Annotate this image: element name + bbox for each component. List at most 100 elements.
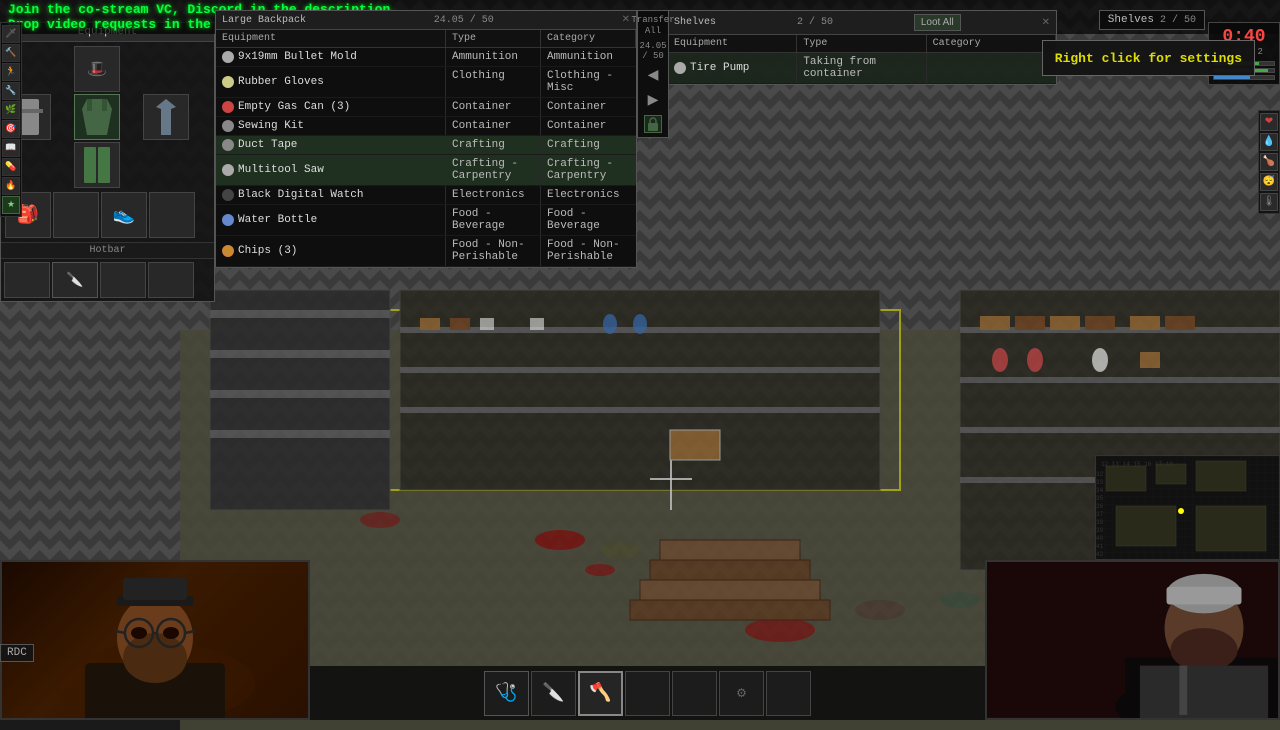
bottom-slot-6[interactable]: ⚙ — [719, 671, 764, 716]
head-slot[interactable]: 🎩 — [74, 46, 120, 92]
transfer-left-button[interactable]: ◀ — [646, 65, 661, 86]
inv-item-cat-2: Container — [541, 98, 636, 116]
legs-slot[interactable] — [74, 142, 120, 188]
lock-icon[interactable] — [644, 115, 662, 133]
container-col-equipment: Equipment — [668, 35, 797, 52]
container-item-type-0: Taking from container — [797, 53, 926, 83]
svg-text:36: 36 — [1096, 503, 1104, 510]
bottom-slot-4[interactable] — [625, 671, 670, 716]
container-item-name-0: Tire Pump — [668, 53, 797, 83]
person-left-svg — [55, 563, 255, 718]
extra-slot-4[interactable] — [149, 192, 195, 238]
bottom-slot-3-active[interactable]: 🪓 — [578, 671, 623, 716]
extra-slots: 🎒 👟 — [1, 192, 214, 242]
inv-row-1[interactable]: Rubber Gloves Clothing Clothing - Misc — [216, 67, 636, 98]
skill-panel: 🗡 🔨 🏃 🔧 🌿 🎯 📖 💊 🔥 ★ — [0, 22, 22, 217]
loot-all-button[interactable]: Loot All — [914, 14, 961, 31]
inv-item-type-2: Container — [446, 98, 541, 116]
item-icon-0 — [222, 51, 234, 63]
svg-text:12 13 14 15 16 17 18: 12 13 14 15 16 17 18 — [1101, 461, 1173, 468]
inventory-panel: Large Backpack 24.05 / 50 ✕ Equipment Ty… — [215, 10, 637, 268]
status-icon-3: 🍗 — [1260, 153, 1278, 171]
container-col-category: Category — [927, 35, 1056, 52]
skill-icon-5[interactable]: 🌿 — [2, 101, 20, 119]
inv-item-type-8: Food - Non-Perishable — [446, 236, 541, 266]
inv-item-name-4: Duct Tape — [216, 136, 446, 154]
inv-item-cat-8: Food - Non-Perishable — [541, 236, 636, 266]
rhand-slot[interactable] — [143, 94, 189, 140]
bottom-slot-2[interactable]: 🔪 — [531, 671, 576, 716]
container-close[interactable]: ✕ — [1042, 17, 1050, 29]
hotbar-slot-1[interactable] — [4, 262, 50, 298]
svg-text:35: 35 — [1096, 495, 1104, 502]
container-columns: Equipment Type Category — [668, 35, 1056, 53]
rdc-label: RDC — [7, 647, 27, 659]
inv-row-3[interactable]: Sewing Kit Container Container — [216, 117, 636, 136]
hotbar-slot-3[interactable] — [100, 262, 146, 298]
svg-text:32: 32 — [1096, 471, 1104, 478]
status-icons-panel: ❤ 💧 🍗 😴 🌡 — [1258, 110, 1280, 214]
bottom-slot-5[interactable] — [672, 671, 717, 716]
inv-item-name-5: Multitool Saw — [216, 155, 446, 185]
minimap-svg: 12 13 14 15 16 17 18 32 33 34 35 36 37 3… — [1096, 456, 1280, 560]
inv-row-2[interactable]: Empty Gas Can (3) Container Container — [216, 98, 636, 117]
item-icon-6 — [222, 189, 234, 201]
body-slot[interactable] — [74, 94, 120, 140]
inv-item-type-7: Food - Beverage — [446, 205, 541, 235]
inventory-columns: Equipment Type Category — [216, 30, 636, 48]
container-col-type: Type — [797, 35, 926, 52]
skill-icon-4[interactable]: 🔧 — [2, 82, 20, 100]
inv-row-0[interactable]: 9x19mm Bullet Mold Ammunition Ammunition — [216, 48, 636, 67]
skill-icon-3[interactable]: 🏃 — [2, 63, 20, 81]
inv-row-8[interactable]: Chips (3) Food - Non-Perishable Food - N… — [216, 236, 636, 267]
bottom-slot-1[interactable]: 🩺 — [484, 671, 529, 716]
svg-text:39: 39 — [1096, 527, 1104, 534]
container-row-0[interactable]: Tire Pump Taking from container — [668, 53, 1056, 84]
container-weight: 2 / 50 — [797, 17, 833, 28]
shelves-label: Shelves — [1108, 14, 1154, 26]
inv-item-cat-4: Crafting — [541, 136, 636, 154]
status-icon-5: 🌡 — [1260, 193, 1278, 211]
item-icon-3 — [222, 120, 234, 132]
inv-item-type-4: Crafting — [446, 136, 541, 154]
inv-item-name-7: Water Bottle — [216, 205, 446, 235]
status-icon-1: ❤ — [1260, 113, 1278, 131]
col-type: Type — [446, 30, 541, 47]
webcam-right-bg — [987, 562, 1278, 718]
bottom-slot-7[interactable] — [766, 671, 811, 716]
skill-icon-6[interactable]: 🎯 — [2, 120, 20, 138]
inv-row-4[interactable]: Duct Tape Crafting Crafting — [216, 136, 636, 155]
inv-item-cat-6: Electronics — [541, 186, 636, 204]
inv-row-7[interactable]: Water Bottle Food - Beverage Food - Beve… — [216, 205, 636, 236]
hotbar-slot-4[interactable] — [148, 262, 194, 298]
inv-row-6[interactable]: Black Digital Watch Electronics Electron… — [216, 186, 636, 205]
container-header: Shelves 2 / 50 Loot All ✕ — [668, 11, 1056, 35]
hotbar-slot-2[interactable]: 🔪 — [52, 262, 98, 298]
skill-icon-active[interactable]: ★ — [2, 196, 20, 214]
skill-icon-8[interactable]: 💊 — [2, 158, 20, 176]
empty-slot-br — [143, 142, 189, 188]
svg-text:42: 42 — [1096, 551, 1104, 558]
extra-slot-3[interactable]: 👟 — [101, 192, 147, 238]
item-icon-7 — [222, 214, 234, 226]
svg-text:37: 37 — [1096, 511, 1104, 518]
inv-item-cat-5: Crafting - Carpentry — [541, 155, 636, 185]
skill-icon-2[interactable]: 🔨 — [2, 44, 20, 62]
transfer-right-button[interactable]: ▶ — [646, 90, 661, 111]
inv-row-5[interactable]: Multitool Saw Crafting - Carpentry Craft… — [216, 155, 636, 186]
extra-slot-2[interactable] — [53, 192, 99, 238]
inv-item-name-0: 9x19mm Bullet Mold — [216, 48, 446, 66]
container-icon-0 — [674, 62, 686, 74]
col-category: Category — [541, 30, 636, 47]
health-fill-3 — [1214, 76, 1250, 79]
inv-item-name-6: Black Digital Watch — [216, 186, 446, 204]
character-display: 🎩 — [1, 42, 214, 192]
skill-icon-1[interactable]: 🗡 — [2, 25, 20, 43]
inventory-close[interactable]: ✕ — [622, 14, 630, 26]
webcam-right — [985, 560, 1280, 720]
inv-item-type-0: Ammunition — [446, 48, 541, 66]
container-title: Shelves — [674, 17, 716, 28]
skill-icon-9[interactable]: 🔥 — [2, 177, 20, 195]
status-icon-2: 💧 — [1260, 133, 1278, 151]
skill-icon-7[interactable]: 📖 — [2, 139, 20, 157]
